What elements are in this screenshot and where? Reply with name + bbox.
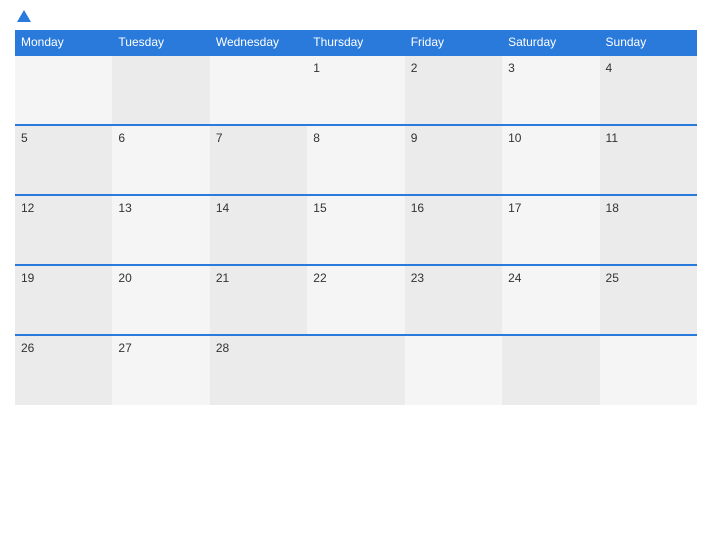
weekday-header-friday: Friday — [405, 30, 502, 55]
calendar-day-20: 20 — [112, 265, 209, 335]
calendar-day-empty — [502, 335, 599, 405]
calendar-day-empty — [15, 55, 112, 125]
calendar-day-11: 11 — [600, 125, 697, 195]
calendar-week-row: 26 27 28 — [15, 335, 697, 405]
day-number: 10 — [508, 131, 521, 145]
day-number: 3 — [508, 61, 515, 75]
day-number: 12 — [21, 201, 34, 215]
calendar-week-row: 12 13 14 15 16 17 18 — [15, 195, 697, 265]
day-number: 8 — [313, 131, 320, 145]
day-number: 16 — [411, 201, 424, 215]
day-number: 4 — [606, 61, 613, 75]
calendar-day-6: 6 — [112, 125, 209, 195]
calendar-day-8: 8 — [307, 125, 404, 195]
day-number: 17 — [508, 201, 521, 215]
calendar-day-empty — [307, 335, 404, 405]
calendar-day-15: 15 — [307, 195, 404, 265]
calendar-day-10: 10 — [502, 125, 599, 195]
calendar-day-19: 19 — [15, 265, 112, 335]
day-number: 5 — [21, 131, 28, 145]
calendar-day-1: 1 — [307, 55, 404, 125]
day-number: 23 — [411, 271, 424, 285]
day-number: 26 — [21, 341, 34, 355]
calendar-day-9: 9 — [405, 125, 502, 195]
calendar-day-2: 2 — [405, 55, 502, 125]
calendar-day-17: 17 — [502, 195, 599, 265]
day-number: 20 — [118, 271, 131, 285]
calendar-day-24: 24 — [502, 265, 599, 335]
day-number: 9 — [411, 131, 418, 145]
calendar-day-7: 7 — [210, 125, 307, 195]
calendar-day-4: 4 — [600, 55, 697, 125]
calendar-day-16: 16 — [405, 195, 502, 265]
day-number: 25 — [606, 271, 619, 285]
calendar-day-empty — [600, 335, 697, 405]
weekday-header-saturday: Saturday — [502, 30, 599, 55]
day-number: 19 — [21, 271, 34, 285]
day-number: 11 — [606, 131, 618, 145]
calendar-page: MondayTuesdayWednesdayThursdayFridaySatu… — [0, 0, 712, 550]
calendar-day-3: 3 — [502, 55, 599, 125]
weekday-header-monday: Monday — [15, 30, 112, 55]
calendar-day-empty — [405, 335, 502, 405]
day-number: 6 — [118, 131, 125, 145]
logo — [15, 10, 31, 22]
day-number: 2 — [411, 61, 418, 75]
calendar-day-27: 27 — [112, 335, 209, 405]
day-number: 18 — [606, 201, 619, 215]
calendar-day-23: 23 — [405, 265, 502, 335]
day-number: 24 — [508, 271, 521, 285]
day-number: 28 — [216, 341, 229, 355]
calendar-day-14: 14 — [210, 195, 307, 265]
calendar-day-26: 26 — [15, 335, 112, 405]
calendar-day-13: 13 — [112, 195, 209, 265]
calendar-table: MondayTuesdayWednesdayThursdayFridaySatu… — [15, 30, 697, 405]
day-number: 22 — [313, 271, 326, 285]
calendar-day-28: 28 — [210, 335, 307, 405]
weekday-header-thursday: Thursday — [307, 30, 404, 55]
calendar-day-12: 12 — [15, 195, 112, 265]
calendar-day-25: 25 — [600, 265, 697, 335]
day-number: 13 — [118, 201, 131, 215]
calendar-header — [15, 10, 697, 22]
weekday-header-wednesday: Wednesday — [210, 30, 307, 55]
day-number: 21 — [216, 271, 229, 285]
day-number: 7 — [216, 131, 223, 145]
day-number: 27 — [118, 341, 131, 355]
day-number: 1 — [313, 61, 320, 75]
calendar-week-row: 1 2 3 4 — [15, 55, 697, 125]
calendar-day-22: 22 — [307, 265, 404, 335]
calendar-day-5: 5 — [15, 125, 112, 195]
day-number: 14 — [216, 201, 229, 215]
calendar-day-18: 18 — [600, 195, 697, 265]
calendar-week-row: 19 20 21 22 23 24 25 — [15, 265, 697, 335]
weekday-header-sunday: Sunday — [600, 30, 697, 55]
day-number: 15 — [313, 201, 326, 215]
weekday-header-tuesday: Tuesday — [112, 30, 209, 55]
weekday-header-row: MondayTuesdayWednesdayThursdayFridaySatu… — [15, 30, 697, 55]
calendar-week-row: 5 6 7 8 9 10 11 — [15, 125, 697, 195]
calendar-day-empty — [210, 55, 307, 125]
calendar-day-empty — [112, 55, 209, 125]
calendar-day-21: 21 — [210, 265, 307, 335]
logo-triangle-icon — [17, 10, 31, 22]
